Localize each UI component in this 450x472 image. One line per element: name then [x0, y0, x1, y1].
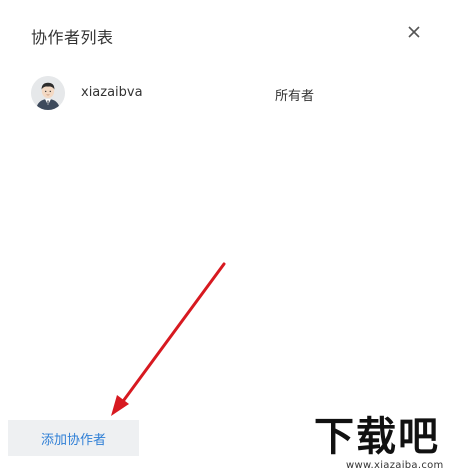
annotation-arrow: [111, 262, 226, 416]
watermark-url: www.xiazaiba.com: [346, 460, 444, 471]
user-avatar-icon: [31, 76, 65, 110]
close-icon[interactable]: [402, 20, 426, 44]
collaborator-row: xiazaibva 所有者: [31, 76, 421, 112]
collaborator-role: 所有者: [275, 89, 315, 104]
collaborator-name: xiazaibva: [81, 85, 143, 100]
add-collaborator-button[interactable]: 添加协作者: [8, 420, 139, 456]
watermark-logo: 下载吧 www.xiazaiba.com: [314, 412, 450, 472]
collaborator-dialog: 协作者列表 xiazaibva 所有者 添加协作者 下载吧 www.xiazai…: [0, 0, 450, 472]
watermark-brand: 下载吧: [314, 413, 440, 460]
dialog-title: 协作者列表: [31, 28, 114, 47]
